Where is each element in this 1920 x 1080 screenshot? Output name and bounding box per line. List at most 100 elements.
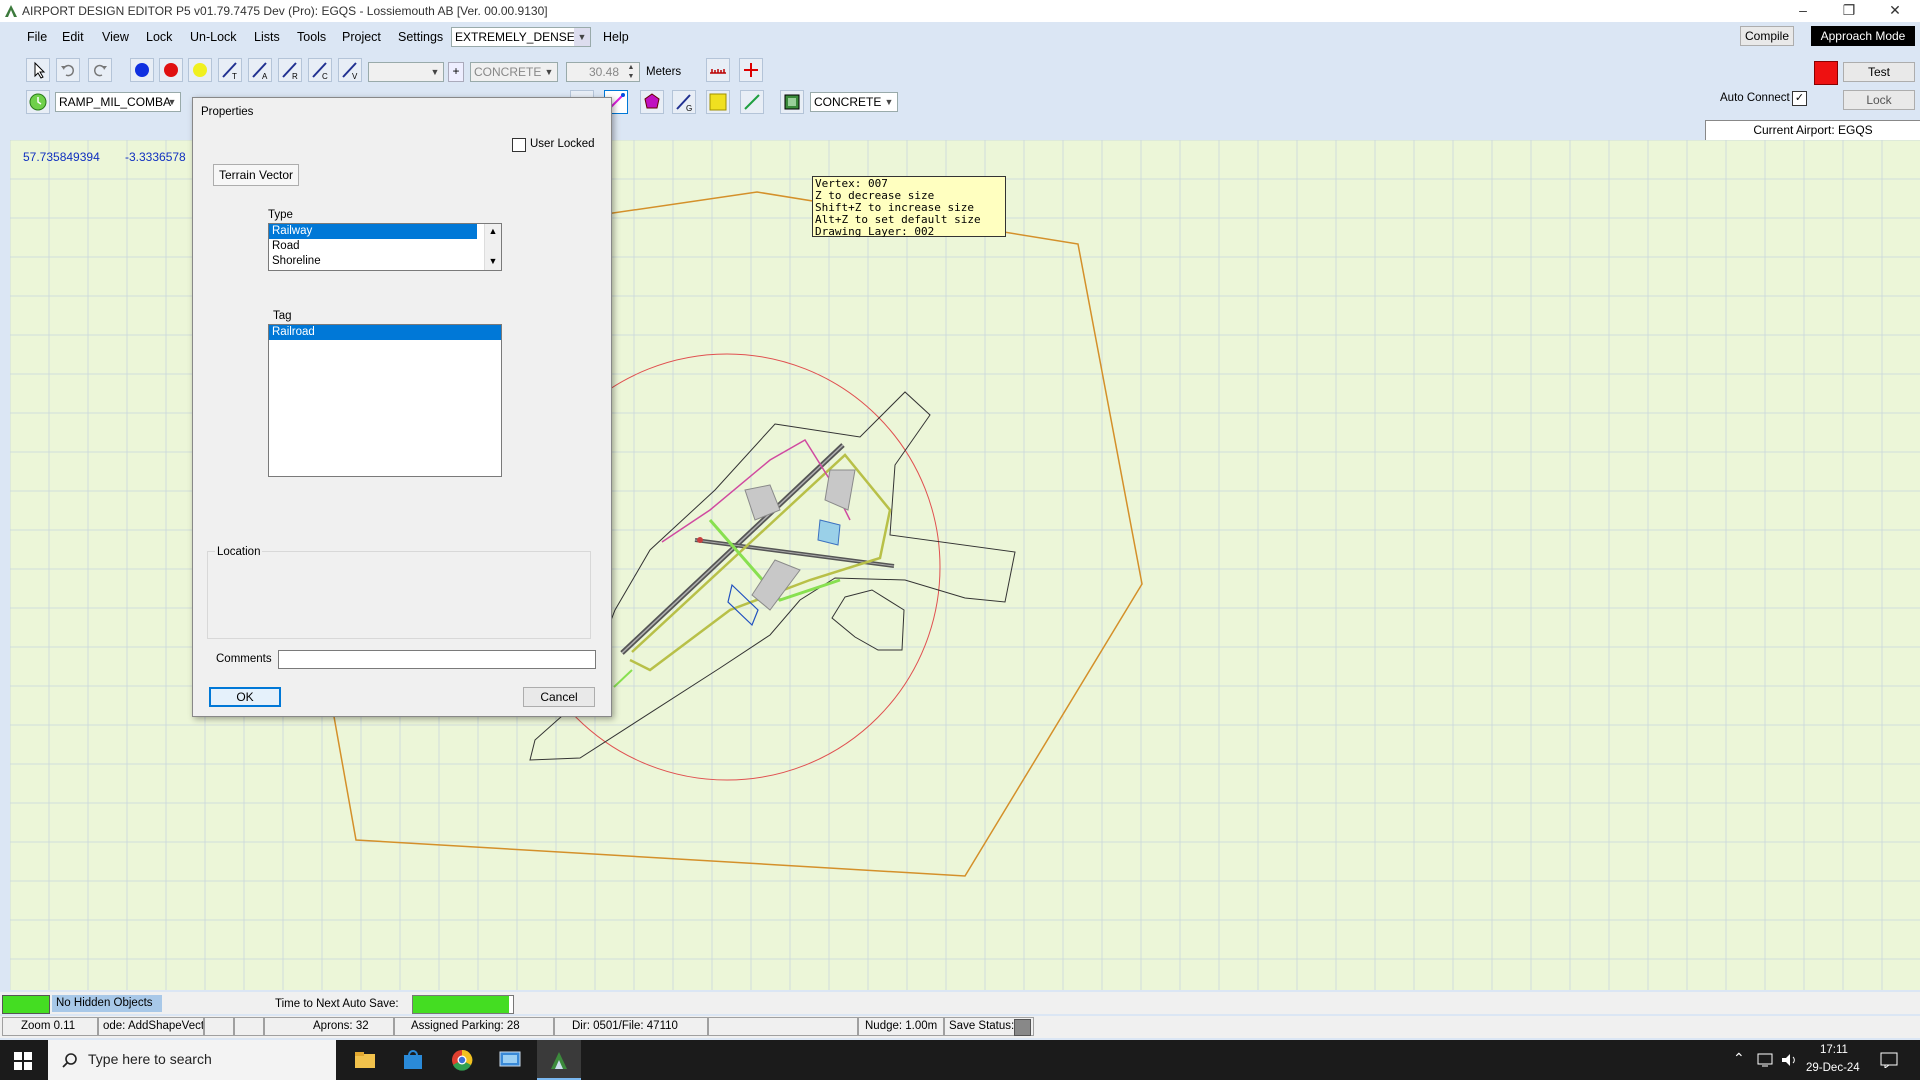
red-point-icon[interactable] (159, 58, 183, 82)
clock-icon[interactable] (26, 90, 50, 114)
type-option-road[interactable]: Road (269, 239, 501, 254)
line-tool-t-icon[interactable]: T (218, 58, 242, 82)
toolbar-row-1: T A R C V ▼ + CONCRETE ▼ 30.48 ▲ ▼ Meters T… (0, 56, 1920, 86)
svg-text:A: A (262, 72, 268, 81)
cancel-button[interactable]: Cancel (523, 687, 595, 707)
line-tool-v-icon[interactable]: V (338, 58, 362, 82)
remote-desktop-icon[interactable] (490, 1040, 530, 1080)
undo-icon[interactable] (56, 58, 80, 82)
location-group (207, 551, 591, 639)
menu-file[interactable]: File (27, 30, 47, 44)
type-listbox[interactable]: Railway Road Shoreline ▲ ▼ (268, 223, 502, 271)
taskbar: Type here to search ⌃ 17:11 29-Dec-24 (0, 1040, 1920, 1080)
tray-chevron-up-icon[interactable]: ⌃ (1733, 1050, 1745, 1067)
approach-mode-button[interactable]: Approach Mode (1811, 26, 1915, 46)
surface-select-top[interactable]: CONCRETE ▼ (470, 62, 558, 82)
scroll-down-icon[interactable]: ▼ (485, 254, 501, 268)
menu-settings[interactable]: Settings (398, 30, 443, 44)
object-type-label: Terrain Vector (213, 164, 299, 186)
measure-ruler-icon[interactable] (706, 58, 730, 82)
frame-tool-icon[interactable] (780, 90, 804, 114)
airport-editor-taskbar-icon[interactable] (537, 1040, 581, 1080)
terrain-pond (831, 589, 905, 651)
status-cell (708, 1017, 858, 1036)
menu-view[interactable]: View (102, 30, 129, 44)
save-status-indicator (1014, 1019, 1031, 1036)
aprons-status: Aprons: 32 (264, 1017, 394, 1036)
tag-option-railroad[interactable]: Railroad (269, 325, 501, 340)
notification-icon[interactable] (1880, 1052, 1898, 1068)
title-bar: AIRPORT DESIGN EDITOR P5 v01.79.7475 Dev… (0, 0, 1920, 22)
user-locked-label: User Locked (530, 138, 595, 150)
density-select[interactable]: EXTREMELY_DENSE ▼ (451, 27, 591, 47)
select-pointer-icon[interactable] (26, 58, 50, 82)
cursor-longitude: -3.3336578 (125, 150, 186, 164)
minimize-button[interactable]: – (1780, 0, 1826, 22)
menu-edit[interactable]: Edit (62, 30, 84, 44)
chevron-down-icon: ▼ (544, 67, 554, 77)
polygon-tool-icon[interactable] (640, 90, 664, 114)
user-locked-checkbox[interactable] (512, 138, 526, 152)
line-tool-a-icon[interactable]: A (248, 58, 272, 82)
store-icon[interactable] (393, 1040, 433, 1080)
type-option-shoreline[interactable]: Shoreline (269, 254, 501, 269)
network-icon[interactable] (1757, 1052, 1775, 1068)
vertex-tooltip: Vertex: 007 Z to decrease size Shift+Z t… (812, 176, 1006, 238)
menu-tools[interactable]: Tools (297, 30, 326, 44)
compile-button[interactable]: Compile (1740, 26, 1794, 46)
surface-select-bottom[interactable]: CONCRETE ▼ (810, 92, 898, 112)
dir-file-status: Dir: 0501/File: 47110 (554, 1017, 708, 1036)
scroll-up-icon[interactable]: ▲ (485, 224, 501, 238)
nudge-status: Nudge: 1.00m (858, 1017, 944, 1036)
menu-unlock[interactable]: Un-Lock (190, 30, 237, 44)
type-option-railway[interactable]: Railway (269, 224, 477, 239)
close-button[interactable]: ✕ (1872, 0, 1918, 22)
menu-project[interactable]: Project (342, 30, 381, 44)
chrome-icon[interactable] (442, 1040, 482, 1080)
menu-lists[interactable]: Lists (254, 30, 280, 44)
menu-lock[interactable]: Lock (146, 30, 172, 44)
menu-bar: File Edit View Lock Un-Lock Lists Tools … (0, 22, 1920, 54)
type-label: Type (268, 209, 293, 221)
zoom-status: Zoom 0.11 (2, 1017, 98, 1036)
add-icon[interactable]: + (448, 62, 464, 82)
autosave-label: Time to Next Auto Save: (275, 998, 399, 1010)
line-style-select[interactable]: ▼ (368, 62, 444, 82)
taskbar-search-box[interactable]: Type here to search (48, 1040, 336, 1080)
comments-input[interactable] (278, 650, 596, 669)
status-row-top: No Hidden Objects Time to Next Auto Save… (0, 992, 1920, 1014)
width-stepper[interactable]: 30.48 ▲ ▼ (566, 62, 640, 82)
blue-point-icon[interactable] (130, 58, 154, 82)
type-scrollbar[interactable]: ▲ ▼ (484, 224, 501, 270)
svg-text:T: T (232, 72, 237, 81)
autosave-progress (412, 995, 514, 1014)
ramp-type-select[interactable]: RAMP_MIL_COMBA ▼ (55, 92, 181, 112)
ok-button[interactable]: OK (209, 687, 281, 707)
line-tool-c-icon[interactable]: C (308, 58, 332, 82)
app-icon (5, 5, 17, 17)
test-button[interactable]: Test (1843, 62, 1915, 82)
tag-listbox[interactable]: Railroad (268, 324, 502, 477)
line-tool-r-icon[interactable]: R (278, 58, 302, 82)
crosshair-add-icon[interactable] (739, 58, 763, 82)
restore-button[interactable]: ❐ (1826, 0, 1872, 22)
start-button[interactable] (0, 1040, 46, 1080)
green-line-tool-icon[interactable] (740, 90, 764, 114)
window-title: AIRPORT DESIGN EDITOR P5 v01.79.7475 Dev… (22, 4, 548, 18)
redo-icon[interactable] (88, 58, 112, 82)
status-color-swatch[interactable] (1814, 61, 1838, 85)
yellow-square-icon[interactable] (706, 90, 730, 114)
auto-connect-checkbox[interactable]: ✓ (1792, 91, 1807, 106)
menu-help[interactable]: Help (603, 30, 629, 44)
svg-text:V: V (352, 72, 358, 81)
tooltip-line: Drawing Layer: 002 (815, 225, 935, 238)
lock-button[interactable]: Lock (1843, 90, 1915, 110)
svg-text:G: G (686, 104, 692, 113)
dialog-title: Properties (201, 106, 254, 118)
volume-icon[interactable] (1781, 1052, 1799, 1068)
yellow-point-icon[interactable] (188, 58, 212, 82)
line-tool-g-icon[interactable]: G (672, 90, 696, 114)
file-explorer-icon[interactable] (345, 1040, 385, 1080)
auto-connect-label: Auto Connect (1720, 92, 1790, 104)
comments-label: Comments (216, 653, 272, 665)
